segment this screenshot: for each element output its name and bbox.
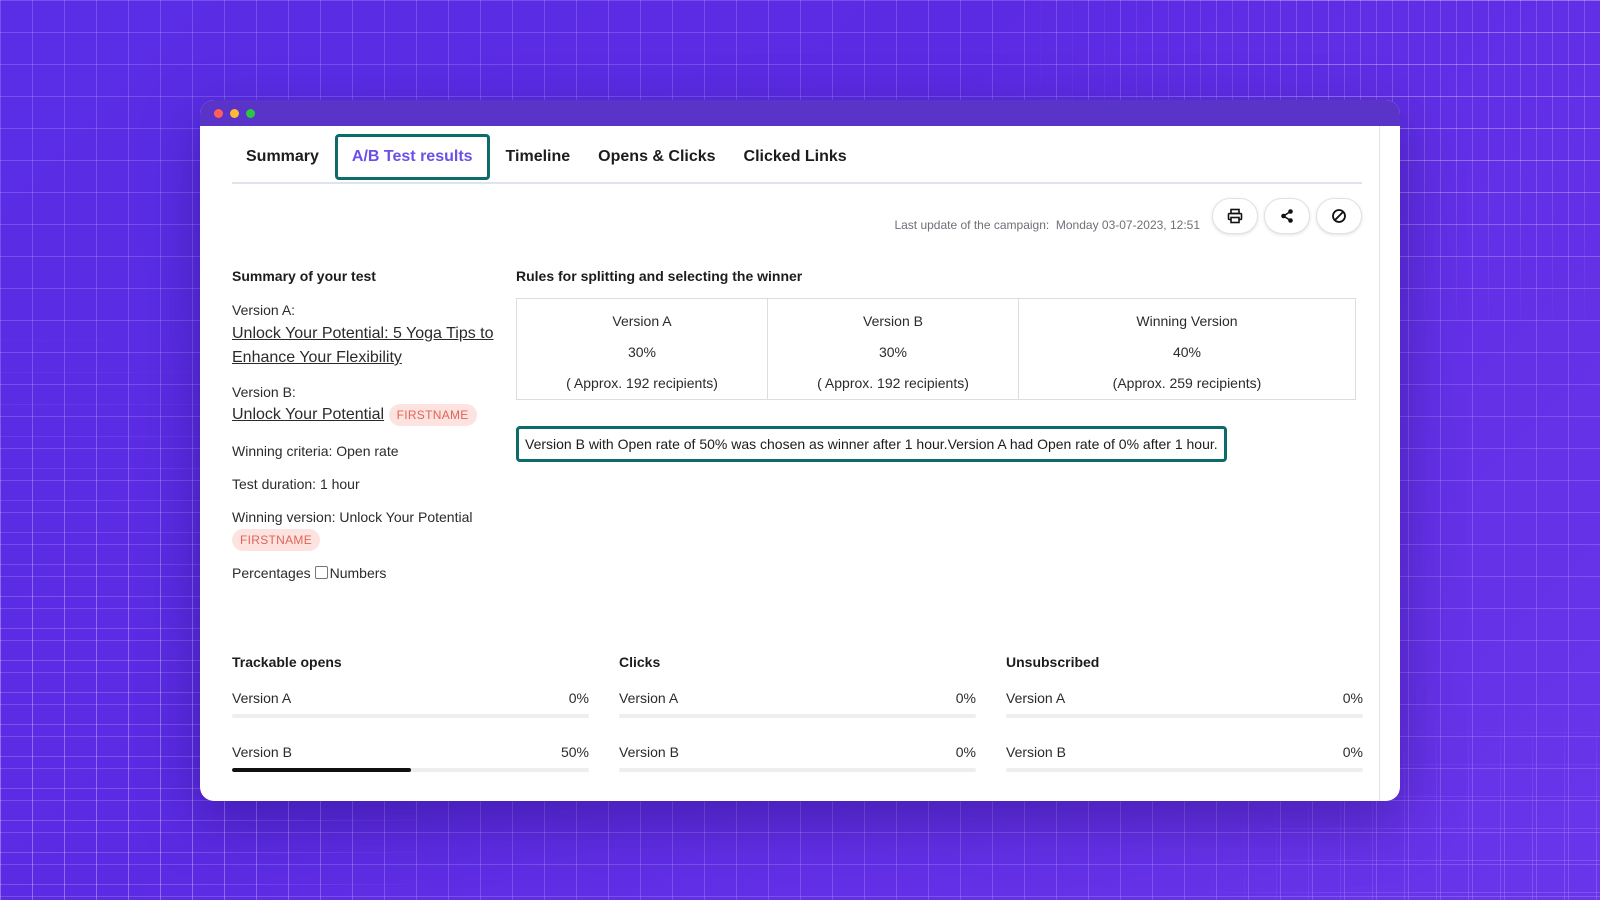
stat-row: Version B 0% [619,744,976,772]
version-b-subject: Unlock Your Potential FIRSTNAME [232,403,497,427]
stat-row: Version A 0% [1006,690,1363,718]
stat-row-value: 0% [568,690,589,706]
close-window-icon[interactable] [214,108,223,118]
stat-bar-track [1006,714,1363,718]
stat-bar-track [232,768,589,772]
numbers-checkbox[interactable] [314,566,328,579]
report-tabs: Summary A/B Test results Timeline Opens … [232,132,1362,184]
version-b-subject-link[interactable]: Unlock Your Potential [232,406,384,423]
version-b-label: Version B: [232,384,296,400]
rules-column-recipients: (Approx. 259 recipients) [1112,375,1262,391]
maximize-window-icon[interactable] [246,108,255,118]
rules-column-percent: 30% [878,344,908,360]
stat-bar-track [1006,768,1363,772]
report-content: Summary A/B Test results Timeline Opens … [200,126,1400,801]
stat-row-value: 0% [955,690,976,706]
firstname-tag: FIRSTNAME [232,529,321,551]
content-edge [1379,126,1380,801]
rules-column-winning-version: Winning Version 40% (Approx. 259 recipie… [1019,299,1355,399]
stat-row: Version A 0% [619,690,976,718]
stat-row-value: 0% [955,744,976,760]
version-a-label: Version A: [232,302,296,318]
stat-clicks: Clicks Version A 0% Version B 0% [619,654,976,772]
stat-row-label: Version B [619,744,679,760]
last-update-text: Last update of the campaign: Monday 03-0… [894,218,1200,232]
result-stats: Trackable opens Version A 0% Version B 5… [232,654,1363,772]
winning-version: Winning version: Unlock Your Potential [232,509,473,525]
share-button[interactable] [1264,198,1310,234]
stat-bar-track [619,768,976,772]
stat-bar-track [619,714,976,718]
stat-row: Version B 0% [1006,744,1363,772]
version-a-subject-link[interactable]: Unlock Your Potential: 5 Yoga Tips to En… [232,322,497,370]
last-update-label: Last update of the campaign: [894,218,1050,232]
stat-title: Clicks [619,654,661,670]
stat-bar-track [232,714,589,718]
winning-criteria: Winning criteria: Open rate [232,443,399,459]
rules-column-version-a: Version A 30% ( Approx. 192 recipients) [517,299,768,399]
test-summary-title: Summary of your test [232,268,376,284]
stat-row-label: Version A [232,690,292,706]
tab-timeline[interactable]: Timeline [492,134,585,180]
cancel-button[interactable] [1316,198,1362,234]
split-rules-title: Rules for splitting and selecting the wi… [516,268,803,284]
share-icon [1281,209,1293,223]
rules-column-recipients: ( Approx. 192 recipients) [817,375,969,391]
rules-column-recipients: ( Approx. 192 recipients) [566,375,718,391]
stat-row-value: 0% [1342,690,1363,706]
rules-column-version-b: Version B 30% ( Approx. 192 recipients) [768,299,1019,399]
winning-tag-row: FIRSTNAME [232,529,497,551]
stat-row-value: 50% [560,744,589,760]
winner-result-note: Version B with Open rate of 50% was chos… [516,426,1227,462]
stat-row: Version B 50% [232,744,589,772]
rules-column-name: Version A [612,313,672,329]
tab-summary[interactable]: Summary [232,134,333,180]
stat-unsubscribed: Unsubscribed Version A 0% Version B 0% [1006,654,1363,772]
stat-row-label: Version B [1006,744,1066,760]
rules-column-percent: 40% [1172,344,1202,360]
stat-bar-fill [232,768,411,772]
tab-clicked-links[interactable]: Clicked Links [730,134,861,180]
stat-title: Trackable opens [232,654,342,670]
firstname-tag: FIRSTNAME [388,403,477,426]
printer-icon [1227,208,1243,224]
numbers-label: Numbers [329,565,387,581]
last-update-value: Monday 03-07-2023, 12:51 [1055,218,1200,232]
rules-column-percent: 30% [627,344,657,360]
cancel-icon [1332,209,1346,223]
stat-trackable-opens: Trackable opens Version A 0% Version B 5… [232,654,589,772]
stat-row-value: 0% [1342,744,1363,760]
stat-title: Unsubscribed [1006,654,1100,670]
tab-opens-clicks[interactable]: Opens & Clicks [584,134,729,180]
print-button[interactable] [1212,198,1258,234]
split-rules: Rules for splitting and selecting the wi… [516,268,1356,400]
test-duration: Test duration: 1 hour [232,476,360,492]
minimize-window-icon[interactable] [230,108,239,118]
stat-row: Version A 0% [232,690,589,718]
percentages-label: Percentages [232,565,311,581]
rules-column-name: Winning Version [1136,313,1238,329]
split-rules-table: Version A 30% ( Approx. 192 recipients) … [516,298,1356,400]
tab-ab-test-results[interactable]: A/B Test results [334,134,490,180]
rules-column-name: Version B [863,313,923,329]
stat-row-label: Version A [1006,690,1066,706]
stat-row-label: Version A [619,690,679,706]
test-summary: Summary of your test Version A: Unlock Y… [232,268,497,581]
report-actions [1212,198,1362,234]
display-toggle: Percentages Numbers [232,565,497,581]
stat-row-label: Version B [232,744,292,760]
window-titlebar [200,100,1400,126]
app-window: Summary A/B Test results Timeline Opens … [200,100,1400,801]
